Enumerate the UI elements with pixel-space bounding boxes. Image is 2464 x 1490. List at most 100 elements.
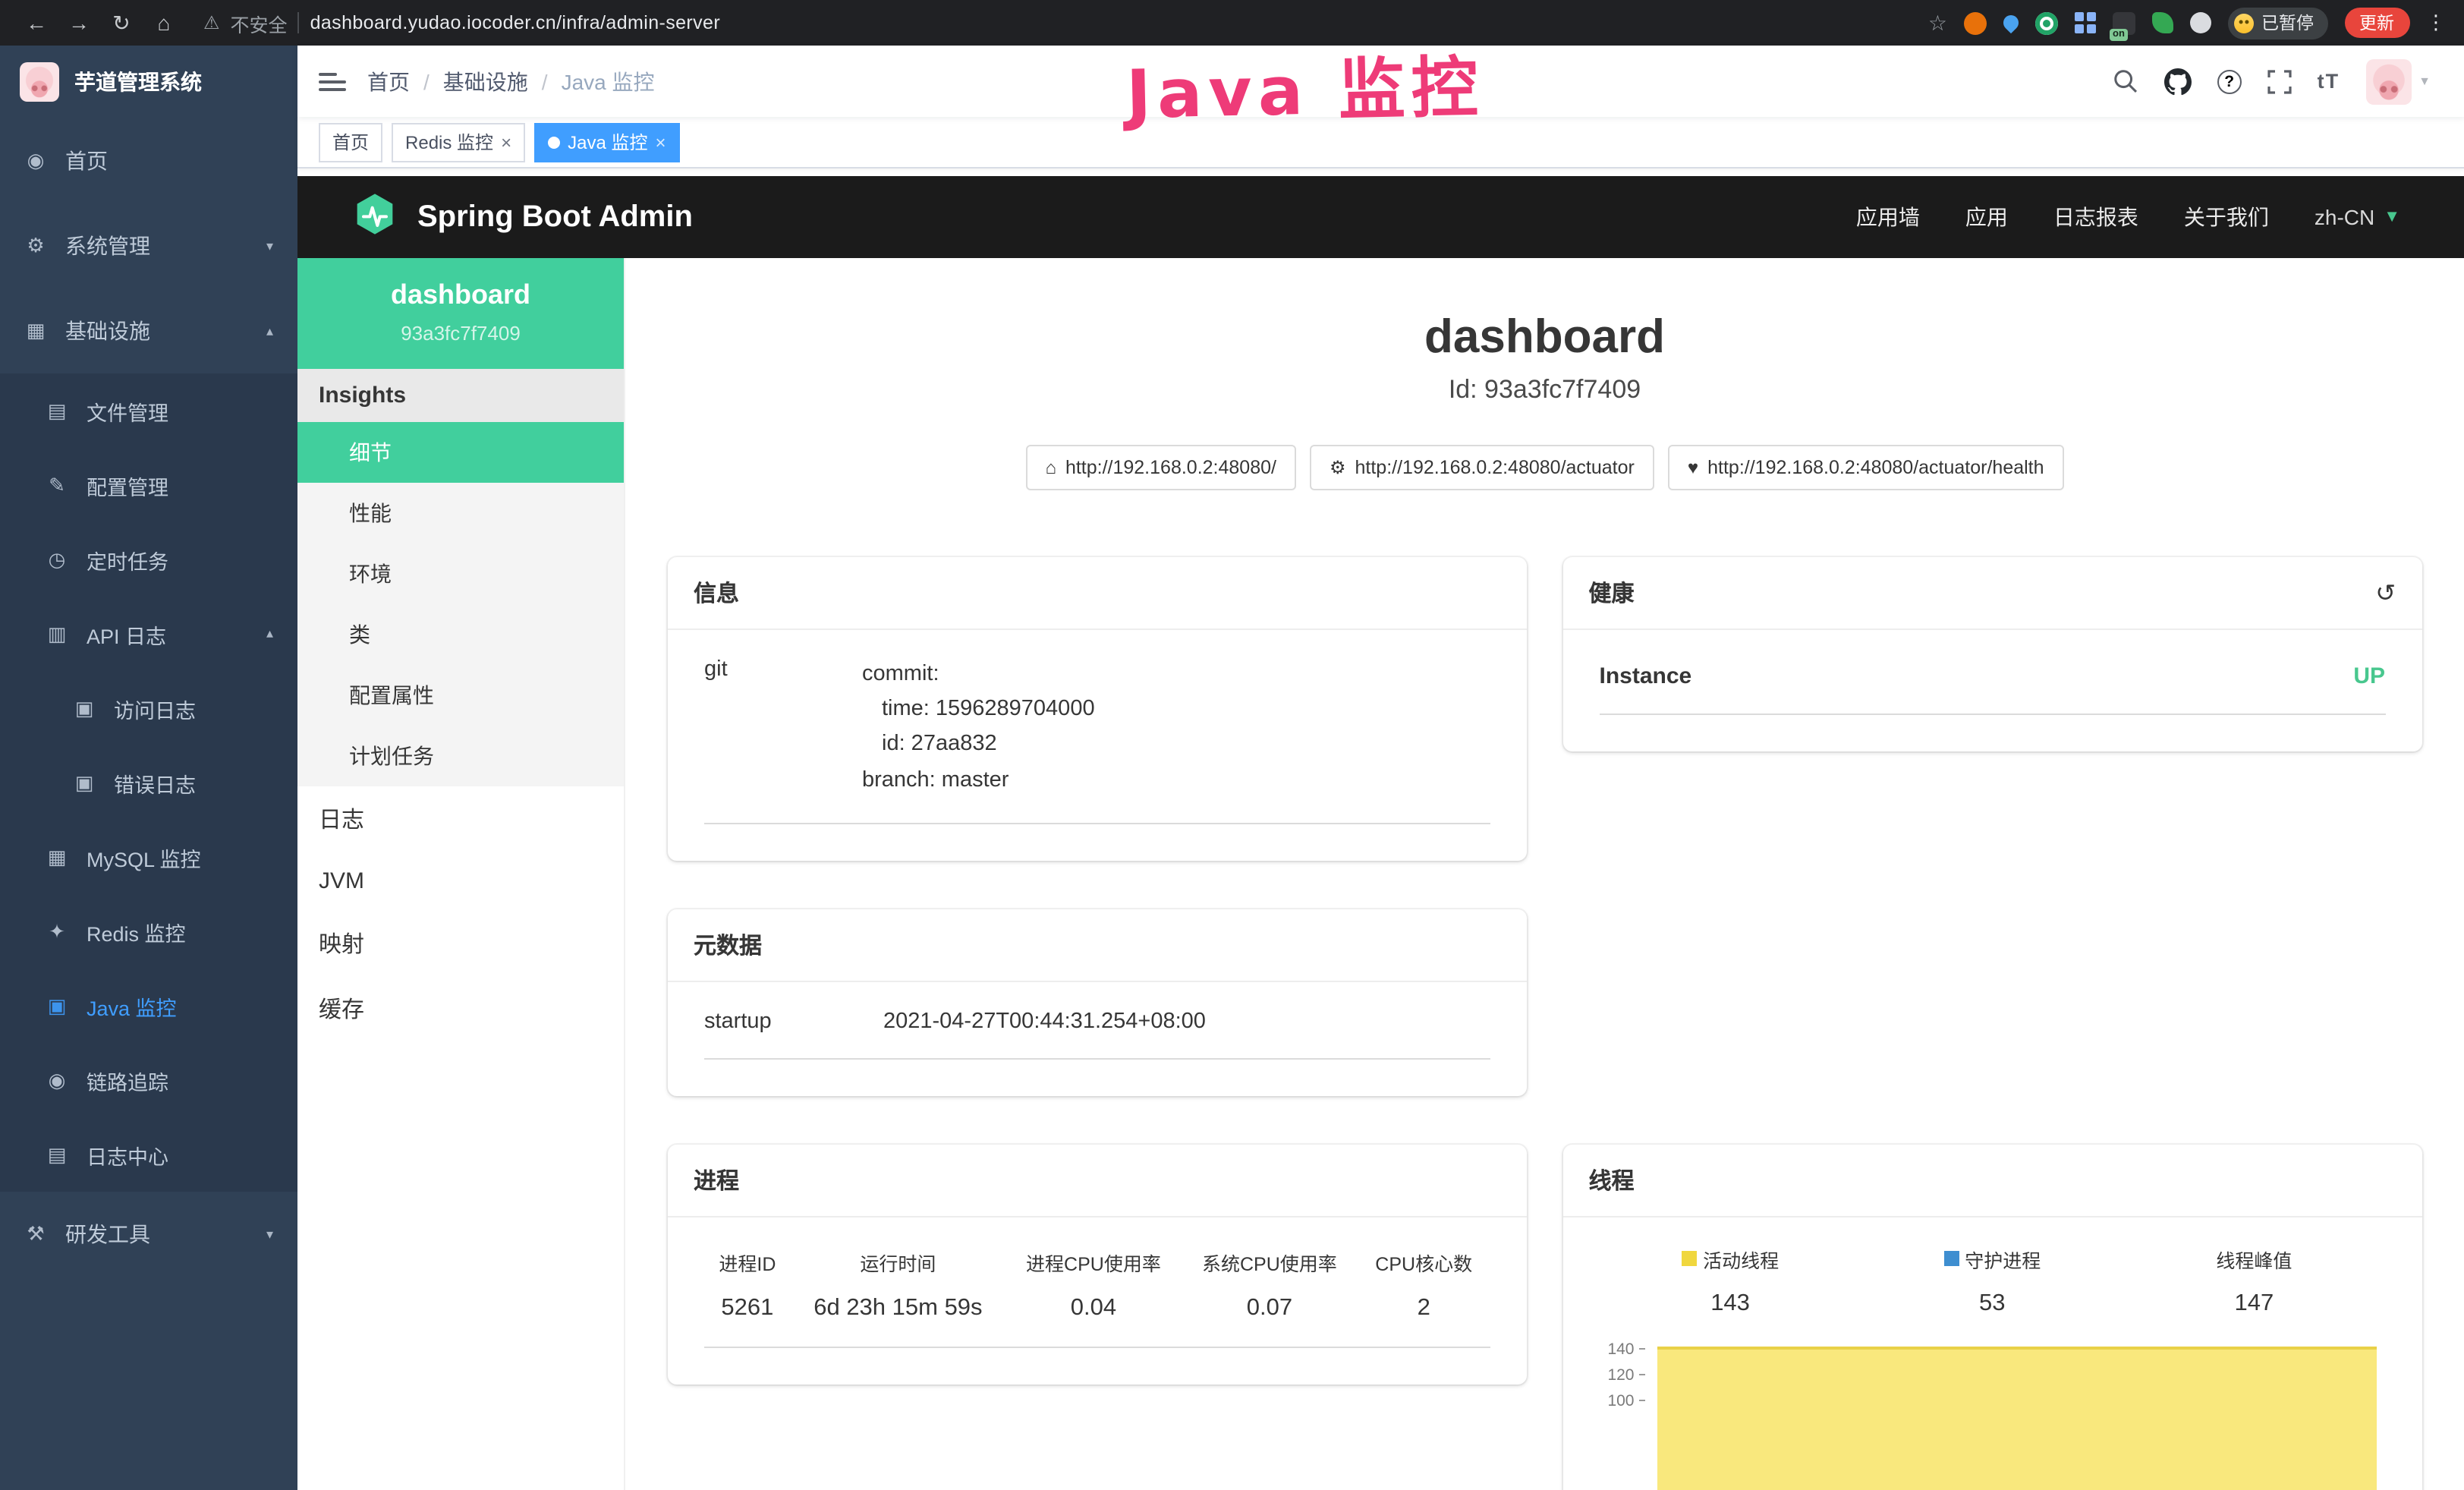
sba-nav-applications[interactable]: 应用 — [1965, 202, 2008, 232]
locale-select[interactable]: zh-CN ▼ — [2315, 205, 2400, 229]
sidebar-item-label: 配置管理 — [87, 470, 168, 500]
brand-logo — [20, 62, 59, 102]
y-axis-tick: 100 — [1600, 1394, 1645, 1409]
health-card-header: 健康 ↺ — [1563, 557, 2422, 630]
sidebar-item-label: 定时任务 — [87, 544, 168, 575]
sidebar-item-api-logs[interactable]: ▥ API 日志 ▴ — [0, 597, 297, 671]
reload-icon[interactable]: ↻ — [103, 10, 140, 36]
sba-nav-wallboard[interactable]: 应用墙 — [1856, 202, 1920, 232]
back-icon[interactable]: ← — [18, 11, 55, 35]
process-col-header: 系统CPU使用率 — [1182, 1245, 1358, 1295]
breadcrumb-item[interactable]: 基础设施 — [443, 66, 528, 96]
sidebar-item-redis-monitor[interactable]: ✦ Redis 监控 — [0, 894, 297, 969]
browser-update-button[interactable]: 更新 — [2344, 8, 2409, 38]
actuator-url-button[interactable]: ⚙ http://192.168.0.2:48080/actuator — [1310, 445, 1654, 490]
nav-item-mappings[interactable]: 映射 — [297, 911, 624, 976]
insights-item-scheduled-tasks[interactable]: 计划任务 — [297, 726, 624, 786]
extension-icon-orange[interactable] — [1964, 11, 1987, 34]
nav-item-caches[interactable]: 缓存 — [297, 976, 624, 1041]
help-icon[interactable]: ? — [2217, 69, 2242, 93]
instance-links: ⌂ http://192.168.0.2:48080/ ⚙ http://192… — [668, 445, 2422, 490]
font-size-icon[interactable]: tT — [2318, 70, 2340, 93]
tab-close-icon[interactable]: × — [501, 133, 511, 151]
sba-body: dashboard 93a3fc7f7409 Insights 细节 性能 环境… — [297, 258, 2464, 1490]
sba-nav-about[interactable]: 关于我们 — [2184, 202, 2269, 232]
clock-icon: ◷ — [46, 547, 68, 572]
y-axis-tick: 120 — [1600, 1368, 1645, 1383]
extension-icon-leaf[interactable] — [2152, 12, 2173, 33]
history-icon[interactable]: ↺ — [2375, 578, 2396, 608]
process-value: 0.04 — [1005, 1295, 1182, 1347]
sidebar-item-scheduled-jobs[interactable]: ◷ 定时任务 — [0, 522, 297, 597]
sidebar-item-error-logs[interactable]: ▣ 错误日志 — [0, 745, 297, 820]
sidebar-item-access-logs[interactable]: ▣ 访问日志 — [0, 671, 297, 745]
tab-redis-monitor[interactable]: Redis 监控 × — [392, 122, 525, 162]
sidebar-item-home[interactable]: ◉ 首页 — [0, 118, 297, 203]
process-value: 6d 23h 15m 59s — [791, 1295, 1005, 1347]
tab-home[interactable]: 首页 — [319, 122, 382, 162]
extension-icon-switch[interactable]: on — [2113, 11, 2135, 34]
user-menu[interactable]: ▼ — [2365, 58, 2431, 104]
search-icon[interactable] — [2113, 68, 2138, 94]
fullscreen-icon[interactable] — [2267, 69, 2292, 93]
app-sidebar: 芋道管理系统 ◉ 首页 ⚙ 系统管理 ▾ ▦ 基础设施 ▴ — [0, 46, 297, 1490]
tab-java-monitor[interactable]: Java 监控 × — [534, 122, 679, 162]
sba-page: Spring Boot Admin 应用墙 应用 日志报表 关于我们 zh-CN… — [297, 169, 2464, 1490]
bookmark-star-icon[interactable]: ☆ — [1928, 10, 1947, 36]
sidebar-item-file-mgmt[interactable]: ▤ 文件管理 — [0, 373, 297, 448]
health-instance-row[interactable]: Instance UP — [1600, 657, 2386, 715]
redis-icon: ✦ — [46, 919, 68, 943]
address-bar[interactable]: ⚠ 不安全 dashboard.yudao.iocoder.cn/infra/a… — [203, 8, 720, 37]
extension-icon-green-circle[interactable] — [2035, 11, 2058, 34]
sidebar-item-log-center[interactable]: ▤ 日志中心 — [0, 1117, 297, 1192]
insights-item-environment[interactable]: 环境 — [297, 543, 624, 604]
paused-badge[interactable]: 已暂停 — [2228, 7, 2327, 39]
sidebar-item-infrastructure[interactable]: ▦ 基础设施 ▴ — [0, 288, 297, 373]
log-center-icon: ▤ — [46, 1142, 68, 1167]
sidebar-submenu-infrastructure: ▤ 文件管理 ✎ 配置管理 ◷ 定时任务 ▥ API 日志 ▴ — [0, 373, 297, 1192]
sidebar-item-devtools[interactable]: ⚒ 研发工具 ▾ — [0, 1192, 297, 1277]
sidebar-item-mysql-monitor[interactable]: ▦ MySQL 监控 — [0, 820, 297, 894]
insights-item-config-props[interactable]: 配置属性 — [297, 665, 624, 726]
browser-home-icon[interactable]: ⌂ — [146, 11, 182, 35]
eye-icon: ◉ — [46, 1068, 68, 1092]
insights-item-classes[interactable]: 类 — [297, 604, 624, 665]
chevron-up-icon: ▴ — [266, 625, 273, 642]
threads-chart-area — [1657, 1347, 2377, 1490]
health-url-button[interactable]: ♥ http://192.168.0.2:48080/actuator/heal… — [1668, 445, 2064, 490]
info-card-body: git commit: time: 1596289704000 id: 27aa… — [668, 630, 1527, 861]
sidebar-toggle-icon[interactable] — [319, 72, 346, 90]
insights-group-label: Insights — [297, 369, 624, 422]
breadcrumb-item[interactable]: 首页 — [367, 66, 410, 96]
nav-item-jvm[interactable]: JVM — [297, 852, 624, 911]
heart-icon: ♥ — [1688, 457, 1698, 478]
sidebar-item-system-mgmt[interactable]: ⚙ 系统管理 ▾ — [0, 203, 297, 288]
extension-icon-paw[interactable] — [2190, 12, 2211, 33]
caret-down-icon: ▼ — [2384, 208, 2400, 226]
url-text[interactable]: dashboard.yudao.iocoder.cn/infra/admin-s… — [310, 12, 721, 33]
nav-item-logs[interactable]: 日志 — [297, 786, 624, 852]
tab-close-icon[interactable]: × — [655, 133, 666, 151]
forward-icon[interactable]: → — [61, 11, 97, 35]
metadata-startup-row: startup 2021-04-27T00:44:31.254+08:00 — [704, 1010, 1490, 1060]
threads-card: 线程 活动线程 1 — [1563, 1145, 2422, 1490]
service-url-button[interactable]: ⌂ http://192.168.0.2:48080/ — [1025, 445, 1296, 490]
insights-item-details[interactable]: 细节 — [297, 422, 624, 483]
extension-icon-grid[interactable] — [2075, 12, 2096, 33]
sidebar-item-java-monitor[interactable]: ▣ Java 监控 — [0, 969, 297, 1043]
browser-menu-icon[interactable]: ⋮ — [2426, 11, 2446, 35]
sidebar-item-trace[interactable]: ◉ 链路追踪 — [0, 1043, 297, 1117]
sba-nav-journal[interactable]: 日志报表 — [2053, 202, 2138, 232]
insights-item-performance[interactable]: 性能 — [297, 483, 624, 543]
active-tab-dot — [548, 136, 560, 148]
threads-card-header: 线程 — [1563, 1145, 2422, 1218]
extension-icon-droplet[interactable] — [2000, 12, 2022, 33]
process-card: 进程 进程ID 运行时间 进程CPU使用率 — [668, 1145, 1527, 1384]
instance-header[interactable]: dashboard 93a3fc7f7409 — [297, 258, 624, 369]
sidebar-item-config-mgmt[interactable]: ✎ 配置管理 — [0, 448, 297, 522]
github-icon[interactable] — [2164, 68, 2192, 95]
sidebar-item-label: 文件管理 — [87, 395, 168, 426]
error-log-icon: ▣ — [73, 770, 96, 795]
process-values-row: 5261 6d 23h 15m 59s 0.04 0.07 2 — [704, 1295, 1490, 1347]
app-shell: 芋道管理系统 ◉ 首页 ⚙ 系统管理 ▾ ▦ 基础设施 ▴ — [0, 46, 2464, 1490]
